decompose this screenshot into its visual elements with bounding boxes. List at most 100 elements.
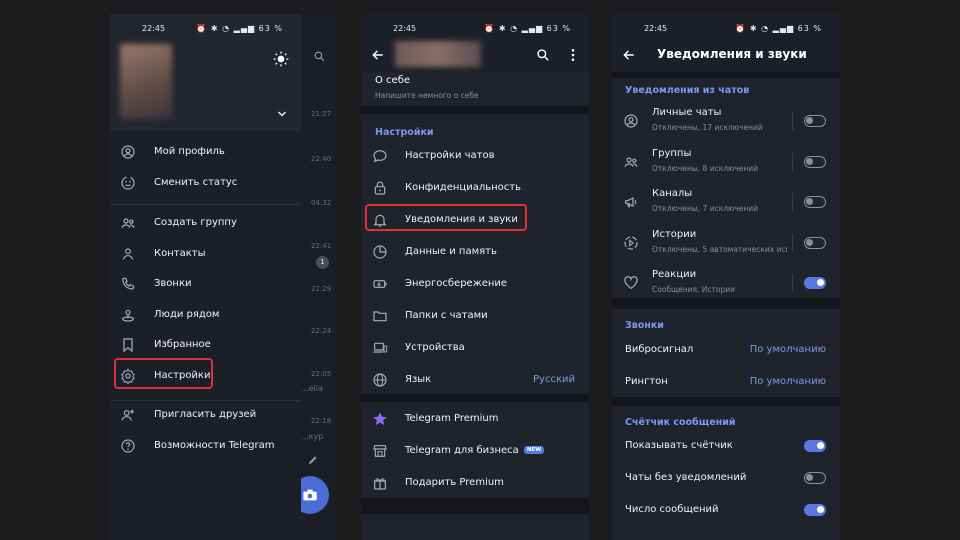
back-arrow-icon[interactable] — [371, 48, 385, 62]
stories-icon — [624, 235, 638, 250]
chat-list-background: 21:27 22:40 04:32 22:41 22:29 22:24 22:05 22:18… — [291, 14, 337, 540]
profile-icon — [121, 145, 135, 159]
notif-toggle[interactable] — [804, 236, 826, 249]
avatar[interactable] — [120, 44, 172, 119]
premium-item-gift[interactable]: Подарить Premium — [361, 468, 589, 498]
new-badge: NEW — [523, 446, 545, 454]
status-time: 22:45 — [142, 24, 166, 33]
chat-time: 04:32 — [311, 199, 332, 207]
chat-snippet: ...кур — [301, 432, 324, 441]
drawer-item-invite[interactable]: Пригласить друзей — [110, 400, 301, 430]
drawer-item-phone[interactable]: Звонки — [110, 269, 301, 299]
settings-item-label: Язык — [405, 374, 432, 385]
status-bar: 22:45 ⏰ ✱ ◔ ▂▄▆ 63 % — [612, 14, 840, 44]
calls-item-label: Рингтон — [625, 376, 668, 387]
counter-header: Счётчик сообщений — [625, 417, 736, 428]
notif-toggle[interactable] — [804, 277, 826, 289]
person-icon — [624, 114, 638, 128]
battery-level: 63 % — [797, 24, 822, 33]
premium-item-label: Подарить Premium — [405, 477, 504, 488]
notif-item-subtitle: Сообщения, Истории — [652, 285, 735, 294]
chat-bubble-icon — [373, 150, 387, 163]
notif-toggle[interactable] — [804, 115, 826, 127]
settings-item-label: Папки с чатами — [405, 310, 488, 321]
theme-sun-icon[interactable] — [273, 51, 289, 67]
notif-item-heart[interactable]: Реакции Сообщения, Истории — [612, 264, 840, 302]
counter-toggle[interactable] — [804, 504, 826, 516]
settings-item-devices[interactable]: Устройства — [361, 333, 589, 363]
notif-item-subtitle: Отключены, 8 исключений — [652, 163, 759, 173]
settings-item-label: Конфиденциальность — [405, 182, 522, 193]
drawer-item-help[interactable]: Возможности Telegram — [110, 431, 301, 461]
drawer-item-bookmark[interactable]: Избранное — [110, 330, 301, 360]
group-icon — [121, 218, 135, 228]
status-bar: 22:45 ⏰ ✱ ◔ ▂▄▆ 63 % — [361, 14, 589, 44]
status-icons: ⏰ ✱ ◔ ▂▄▆ — [484, 24, 547, 33]
notif-item-subtitle: Отключены, 17 исключений — [652, 123, 763, 132]
chat-notifications-panel: Уведомления из чатов Личные чаты Отключен… — [612, 78, 840, 298]
settings-item-label: Энергосбережение — [405, 278, 508, 289]
settings-item-globe[interactable]: Язык Русский — [361, 365, 589, 395]
chat-snippet: ...ella — [301, 384, 323, 393]
drawer-item-profile[interactable]: Мой профиль — [110, 137, 301, 167]
language-value: Русский — [533, 374, 575, 385]
unread-badge: 1 — [316, 256, 329, 269]
about-label: О себе — [375, 75, 411, 86]
premium-item-business[interactable]: Telegram для бизнеса NEW — [361, 436, 589, 466]
settings-item-label: Устройства — [405, 342, 465, 353]
about-panel[interactable]: О себе Напишите немного о себе — [361, 72, 589, 106]
notif-toggle[interactable] — [804, 196, 826, 208]
counter-toggle[interactable] — [804, 472, 826, 484]
pencil-icon[interactable] — [307, 454, 319, 466]
settings-item-chat-bubble[interactable]: Настройки чатов — [361, 141, 589, 171]
premium-panel: Telegram Premium Telegram для бизнеса NEW П… — [361, 402, 589, 498]
notif-item-megaphone[interactable]: Каналы Отключены, 7 исключений — [612, 183, 840, 221]
counter-item[interactable]: Показывать счётчик — [612, 431, 840, 461]
about-hint: Напишите немного о себе — [375, 91, 479, 100]
notif-toggle[interactable] — [804, 155, 826, 168]
notif-item-label: Истории — [652, 228, 697, 240]
settings-item-battery[interactable]: Энергосбережение — [361, 269, 589, 299]
folder-icon — [373, 311, 387, 322]
settings-section-title: Настройки — [375, 127, 434, 138]
more-vert-icon[interactable] — [567, 48, 579, 62]
notifications-highlight — [365, 204, 527, 231]
premium-item-star[interactable]: Telegram Premium — [361, 404, 589, 434]
lock-icon — [374, 181, 386, 195]
search-icon[interactable] — [536, 48, 550, 62]
calls-header: Звонки — [625, 320, 664, 331]
profile-name-blurred — [395, 41, 481, 67]
notif-item-person[interactable]: Личные чаты Отключены, 17 исключений — [612, 102, 840, 140]
drawer-item-group[interactable]: Создать группу — [110, 208, 301, 238]
chevron-down-icon[interactable] — [276, 108, 288, 120]
calls-item-value: По умолчанию — [749, 344, 826, 355]
drawer-item-contacts[interactable]: Контакты — [110, 239, 301, 269]
calls-item[interactable]: Рингтон По умолчанию — [612, 367, 840, 397]
heart-icon — [624, 276, 638, 290]
counter-item-label: Чаты без уведомлений — [625, 472, 747, 483]
back-arrow-icon[interactable] — [622, 48, 636, 62]
notif-item-subtitle: Отключены, 5 автоматических исключений — [652, 244, 787, 254]
drawer-item-label: Создать группу — [154, 217, 237, 228]
notif-item-stories[interactable]: Истории Отключены, 5 автоматических исклю… — [612, 224, 840, 262]
chat-time: 22:29 — [311, 285, 332, 293]
nearby-icon — [122, 309, 134, 322]
settings-item-pie[interactable]: Данные и память — [361, 237, 589, 267]
premium-item-label: Telegram для бизнеса NEW — [405, 445, 545, 456]
notif-item-group[interactable]: Группы Отключены, 8 исключений — [612, 143, 840, 181]
drawer-item-status[interactable]: Сменить статус — [110, 168, 301, 198]
drawer-item-nearby[interactable]: Люди рядом — [110, 300, 301, 330]
settings-item-lock[interactable]: Конфиденциальность — [361, 173, 589, 203]
counter-item[interactable]: Чаты без уведомлений — [612, 463, 840, 493]
calls-item[interactable]: Вибросигнал По умолчанию — [612, 335, 840, 365]
notif-item-subtitle: Отключены, 7 исключений — [652, 204, 759, 213]
battery-icon — [373, 280, 387, 288]
contacts-icon — [122, 247, 134, 260]
bookmark-icon — [123, 338, 133, 353]
settings-item-label: Данные и память — [405, 246, 497, 257]
search-icon[interactable] — [313, 50, 326, 63]
counter-toggle[interactable] — [804, 440, 826, 452]
chat-time: 22:05 — [311, 370, 332, 378]
settings-item-folder[interactable]: Папки с чатами — [361, 301, 589, 331]
counter-item[interactable]: Число сообщений — [612, 495, 840, 525]
